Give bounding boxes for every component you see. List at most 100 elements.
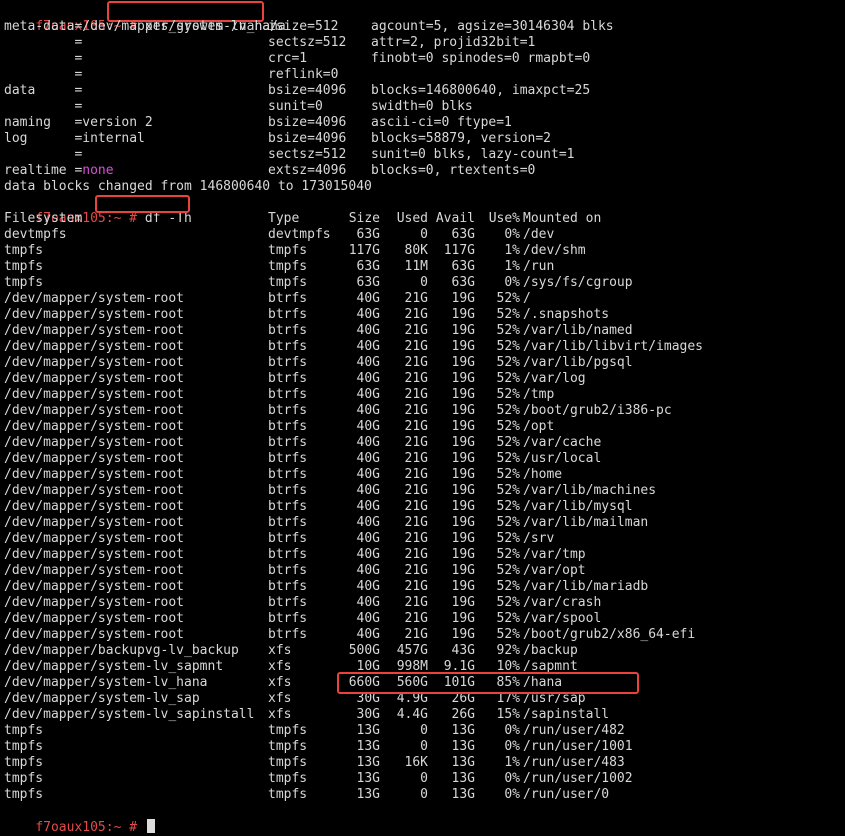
table-row: /dev/mapper/system-root btrfs 40G 21G 19G 52%…: [4, 467, 844, 483]
col-used: 21G: [404, 307, 428, 322]
growfs-output-line: = crc=1 finobt=0 spinodes=0 rmapbt=0: [4, 51, 844, 67]
col-size: 40G: [356, 307, 380, 322]
col-used: 21G: [404, 419, 428, 434]
col-mounted-on: /tmp: [523, 387, 555, 402]
col-avail: 63G: [451, 227, 475, 242]
col-avail: 19G: [451, 323, 475, 338]
col-avail: 19G: [451, 291, 475, 306]
col-mounted-on: /var/lib/pgsql: [523, 355, 633, 370]
col-size: 40G: [356, 435, 380, 450]
growfs-mid: bsize=4096: [268, 131, 347, 146]
col-avail: 19G: [451, 483, 475, 498]
col-used: 21G: [404, 435, 428, 450]
col-used: 0: [420, 739, 428, 754]
col-filesystem: /dev/mapper/system-lv_hana: [4, 675, 208, 690]
col-avail: 13G: [451, 771, 475, 786]
col-used: 21G: [404, 339, 428, 354]
col-used: 21G: [404, 371, 428, 386]
col-used: 80K: [404, 243, 428, 258]
col-mounted-on: /var/lib/machines: [523, 483, 657, 498]
col-filesystem: /dev/mapper/system-root: [4, 451, 185, 466]
col-size: 40G: [356, 291, 380, 306]
col-used: 21G: [404, 611, 428, 626]
table-row: tmpfs tmpfs 13G 0 13G 0%/run/user/1001: [4, 739, 844, 755]
col-use-pct: 0%: [504, 227, 520, 242]
col-used: 21G: [404, 387, 428, 402]
col-size: 40G: [356, 467, 380, 482]
table-row: /dev/mapper/system-root btrfs 40G 21G 19G 52%…: [4, 611, 844, 627]
col-avail: 19G: [451, 339, 475, 354]
col-size: 63G: [356, 275, 380, 290]
growfs-mid: sectsz=512: [268, 147, 347, 162]
col-mounted-on: /var/log: [523, 371, 586, 386]
final-prompt-line[interactable]: f7oaux105:~ #: [4, 803, 155, 835]
col-filesystem: /dev/mapper/system-root: [4, 531, 185, 546]
col-use-pct: Use%: [488, 211, 520, 226]
col-type: tmpfs: [268, 755, 308, 770]
df-header-row: Filesystem Type Size Used Avail Use% Mounted o…: [4, 211, 844, 227]
col-mounted-on: /run: [523, 259, 555, 274]
col-mounted-on: /var/lib/named: [523, 323, 633, 338]
col-size: 40G: [356, 531, 380, 546]
col-used: 560G: [396, 675, 428, 690]
col-size: 13G: [356, 771, 380, 786]
terminal-cursor[interactable]: [146, 819, 155, 833]
col-size: 117G: [348, 243, 380, 258]
col-size: 40G: [356, 339, 380, 354]
table-row: /dev/mapper/system-lv_sapmnt xfs 10G 998M 9.…: [4, 659, 844, 675]
growfs-output-line: = sectsz=512 attr=2, projid32bit=1: [4, 35, 844, 51]
realtime-value: none: [82, 163, 114, 178]
col-type: btrfs: [268, 323, 308, 338]
table-row: /dev/mapper/system-root btrfs 40G 21G 19G 52%…: [4, 563, 844, 579]
col-filesystem: /dev/mapper/system-root: [4, 307, 185, 322]
col-type: tmpfs: [268, 787, 308, 802]
col-type: btrfs: [268, 419, 308, 434]
col-use-pct: 52%: [496, 531, 520, 546]
col-mounted-on: /sapmnt: [523, 659, 578, 674]
growfs-output-line: naming =version 2 bsize=4096 ascii-ci=0 ft…: [4, 115, 844, 131]
growfs-right: blocks=58879, version=2: [371, 131, 552, 146]
col-mounted-on: /dev: [523, 227, 555, 242]
table-row: /dev/mapper/system-root btrfs 40G 21G 19G 52%…: [4, 499, 844, 515]
col-use-pct: 15%: [496, 707, 520, 722]
col-type: btrfs: [268, 499, 308, 514]
table-row: /dev/mapper/system-root btrfs 40G 21G 19G 52%…: [4, 307, 844, 323]
table-row: /dev/mapper/system-root btrfs 40G 21G 19G 52%…: [4, 515, 844, 531]
df-command-line: f7oaux105:~ # df -Th: [4, 195, 192, 226]
col-used: 21G: [404, 579, 428, 594]
table-row: tmpfs tmpfs 13G 0 13G 0%/run/user/1002: [4, 771, 844, 787]
table-row: tmpfs tmpfs 13G 0 13G 0%/run/user/0: [4, 787, 844, 803]
col-size: Size: [348, 211, 380, 226]
col-size: 13G: [356, 723, 380, 738]
col-avail: 117G: [443, 243, 475, 258]
col-size: 40G: [356, 355, 380, 370]
col-type: xfs: [268, 643, 292, 658]
col-mounted-on: /sapinstall: [523, 707, 610, 722]
table-row: /dev/mapper/system-root btrfs 40G 21G 19G 52%…: [4, 387, 844, 403]
col-filesystem: /dev/mapper/system-root: [4, 387, 185, 402]
table-row: /dev/mapper/system-lv_sap xfs 30G 4.9G 26G 17…: [4, 691, 844, 707]
terminal-window[interactable]: f7oaux105:~ # xfs_growfs /hana/ meta-dat…: [0, 0, 845, 836]
col-use-pct: 17%: [496, 691, 520, 706]
col-use-pct: 0%: [504, 771, 520, 786]
col-mounted-on: /: [523, 291, 531, 306]
col-avail: 19G: [451, 627, 475, 642]
growfs-mid: bsize=4096: [268, 83, 347, 98]
col-type: tmpfs: [268, 771, 308, 786]
col-type: btrfs: [268, 627, 308, 642]
table-row: tmpfs tmpfs 63G 0 63G 0%/sys/fs/cgroup: [4, 275, 844, 291]
col-avail: 19G: [451, 355, 475, 370]
col-size: 63G: [356, 259, 380, 274]
col-used: 21G: [404, 467, 428, 482]
col-use-pct: 1%: [504, 755, 520, 770]
col-use-pct: 52%: [496, 435, 520, 450]
col-avail: 26G: [451, 691, 475, 706]
col-mounted-on: /sys/fs/cgroup: [523, 275, 633, 290]
col-filesystem: tmpfs: [4, 259, 44, 274]
col-mounted-on: /backup: [523, 643, 578, 658]
col-avail: 19G: [451, 499, 475, 514]
col-use-pct: 52%: [496, 499, 520, 514]
col-avail: 19G: [451, 515, 475, 530]
col-used: 21G: [404, 483, 428, 498]
table-row: /dev/mapper/system-root btrfs 40G 21G 19G 52%…: [4, 627, 844, 643]
